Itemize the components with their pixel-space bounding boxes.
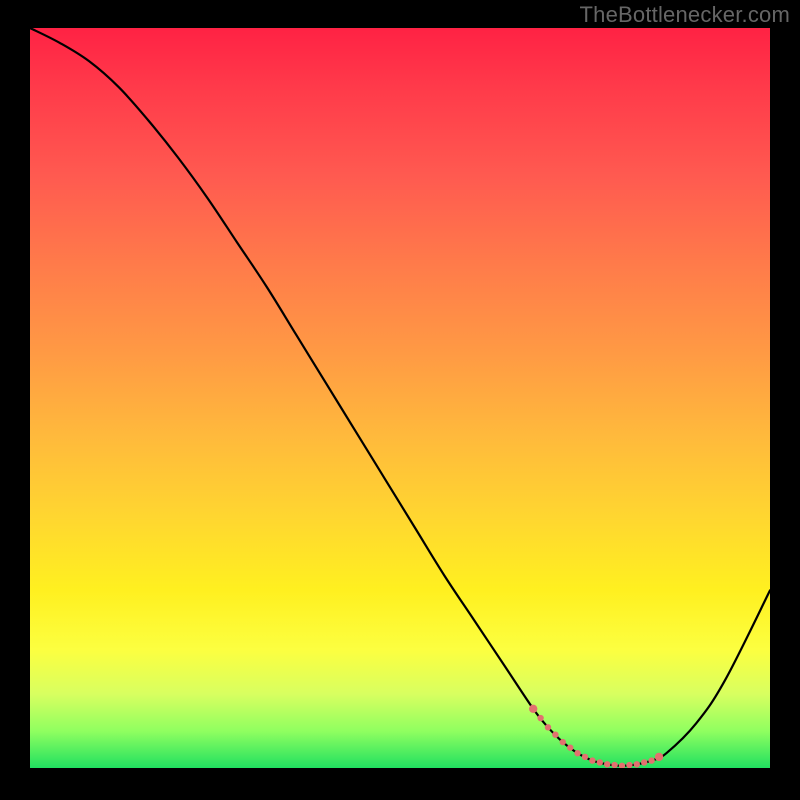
highlight-dot bbox=[529, 705, 537, 713]
gradient-plot-area bbox=[30, 28, 770, 768]
highlight-dot bbox=[626, 762, 632, 768]
watermark-text: TheBottleneсker.com bbox=[580, 2, 790, 28]
highlight-dot bbox=[597, 759, 603, 765]
highlight-dot bbox=[648, 757, 654, 763]
highlight-dot bbox=[567, 744, 573, 750]
highlight-dot bbox=[611, 762, 617, 768]
chart-frame: TheBottleneсker.com bbox=[0, 0, 800, 800]
highlight-dot bbox=[537, 715, 543, 721]
highlight-dot bbox=[655, 753, 663, 761]
highlight-dot bbox=[560, 739, 566, 745]
highlight-dot bbox=[545, 724, 551, 730]
highlight-dot bbox=[589, 757, 595, 763]
highlight-dot bbox=[574, 750, 580, 756]
flat-minimum-highlight bbox=[529, 705, 663, 768]
highlight-dot bbox=[619, 763, 625, 768]
highlight-dot bbox=[552, 732, 558, 738]
highlight-dot bbox=[641, 759, 647, 765]
bottleneck-curve bbox=[30, 28, 770, 766]
highlight-dot bbox=[582, 754, 588, 760]
highlight-dot bbox=[604, 761, 610, 767]
curve-layer bbox=[30, 28, 770, 768]
highlight-dot bbox=[634, 761, 640, 767]
